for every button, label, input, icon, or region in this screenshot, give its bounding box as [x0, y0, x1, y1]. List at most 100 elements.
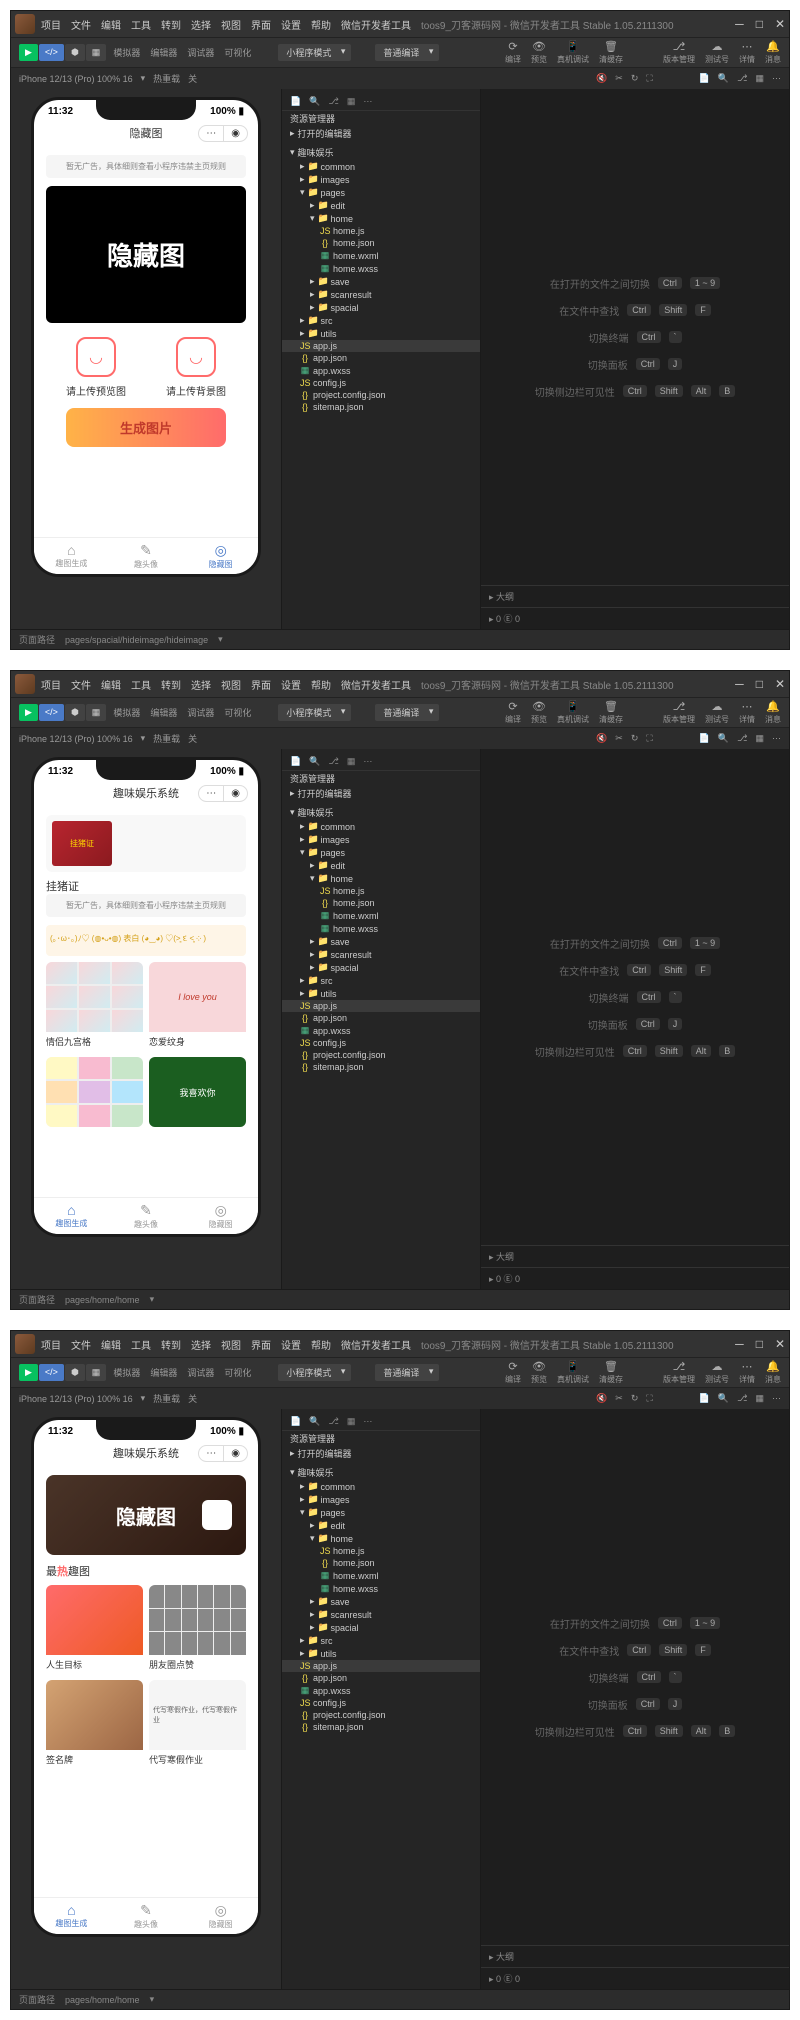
details-action[interactable]: ⋯详情	[739, 40, 755, 65]
explorer-files-icon[interactable]: 📄	[290, 756, 301, 767]
menu-settings[interactable]: 设置	[281, 677, 301, 692]
tab-avatar[interactable]: ✎趣头像	[109, 542, 184, 570]
clear-cache-action[interactable]: 🗑清缓存	[599, 40, 623, 65]
file-homejs[interactable]: JShome.js	[282, 225, 480, 237]
editor-btn[interactable]: </>	[39, 1364, 64, 1381]
more-icon[interactable]: ⋯	[772, 73, 781, 84]
more-icon[interactable]: ⋯	[772, 1393, 781, 1404]
minimize-icon[interactable]: ─	[735, 677, 744, 691]
simulator-btn[interactable]: ▶	[19, 1364, 38, 1381]
outline-panel[interactable]: ▸ 大纲	[481, 585, 789, 607]
folder-home[interactable]: ▾ 📁home	[282, 872, 480, 885]
folder-images[interactable]: ▸ 📁images	[282, 173, 480, 186]
file-homejson[interactable]: {}home.json	[282, 1557, 480, 1569]
explorer-ext-icon[interactable]: ▦	[347, 756, 356, 767]
file-appjson[interactable]: {}app.json	[282, 1012, 480, 1024]
folder-images[interactable]: ▸ 📁images	[282, 833, 480, 846]
compile-select[interactable]: 普通编译	[375, 44, 439, 61]
file-configjs[interactable]: JSconfig.js	[282, 377, 480, 389]
file-homewxss[interactable]: ▦home.wxss	[282, 922, 480, 935]
explorer-files-icon[interactable]: 📄	[290, 96, 301, 107]
rotate-icon[interactable]: ↻	[631, 73, 639, 84]
editor-btn[interactable]: </>	[39, 44, 64, 61]
folder-spacial[interactable]: ▸ 📁spacial	[282, 961, 480, 974]
folder-scanresult[interactable]: ▸ 📁scanresult	[282, 1608, 480, 1621]
menu-select[interactable]: 选择	[191, 1337, 211, 1352]
open-editors[interactable]: ▸ 打开的编辑器	[282, 1446, 480, 1461]
tab-hidden[interactable]: ◎隐藏图	[183, 1202, 258, 1230]
menu-settings[interactable]: 设置	[281, 17, 301, 32]
folder-save[interactable]: ▸ 📁save	[282, 275, 480, 288]
file-appwxss[interactable]: ▦app.wxss	[282, 1024, 480, 1037]
card-notes[interactable]	[46, 1057, 143, 1127]
open-editors[interactable]: ▸ 打开的编辑器	[282, 126, 480, 141]
file-homewxml[interactable]: ▦home.wxml	[282, 1569, 480, 1582]
hot-reload-toggle[interactable]: 关	[188, 1392, 197, 1405]
preview-action[interactable]: 👁预览	[531, 40, 547, 65]
card-chalkboard[interactable]: 我喜欢你	[149, 1057, 246, 1127]
folder-edit[interactable]: ▸ 📁edit	[282, 859, 480, 872]
folder-edit[interactable]: ▸ 📁edit	[282, 1519, 480, 1532]
visual-btn[interactable]: ▦	[86, 1364, 107, 1381]
ext-icon[interactable]: ▦	[755, 733, 764, 744]
menu-file[interactable]: 文件	[71, 677, 91, 692]
menu-help[interactable]: 帮助	[311, 677, 331, 692]
preview-action[interactable]: 👁预览	[531, 1360, 547, 1385]
file-sitemap[interactable]: {}sitemap.json	[282, 1721, 480, 1733]
file-configjs[interactable]: JSconfig.js	[282, 1697, 480, 1709]
folder-save[interactable]: ▸ 📁save	[282, 935, 480, 948]
menu-tools[interactable]: 工具	[131, 17, 151, 32]
tab-hidden[interactable]: ◎隐藏图	[183, 1902, 258, 1930]
files-icon[interactable]: 📄	[699, 1393, 710, 1404]
problems-panel[interactable]: ▸ 0 Ⓔ 0	[481, 1967, 789, 1989]
folder-home[interactable]: ▾ 📁home	[282, 1532, 480, 1545]
explorer-scm-icon[interactable]: ⎇	[328, 96, 338, 107]
page-path-value[interactable]: pages/home/home	[65, 1995, 140, 2005]
menu-ui[interactable]: 界面	[251, 1337, 271, 1352]
scm-icon[interactable]: ⎇	[737, 73, 747, 84]
test-account[interactable]: ☁测试号	[705, 40, 729, 65]
app-mode-select[interactable]: 小程序模式	[278, 704, 351, 721]
maximize-icon[interactable]: □	[756, 17, 763, 31]
folder-pages[interactable]: ▾ 📁pages	[282, 846, 480, 859]
test-account[interactable]: ☁测试号	[705, 700, 729, 725]
debugger-btn[interactable]: ⬢	[65, 704, 85, 721]
upload-background[interactable]: ◡ 请上传背景图	[166, 337, 226, 398]
scm-icon[interactable]: ⎇	[737, 733, 747, 744]
root-folder[interactable]: ▾ 趣味娱乐	[282, 145, 480, 160]
capsule-menu-icon[interactable]: ⋯	[199, 126, 224, 141]
generate-button[interactable]: 生成图片	[66, 408, 226, 447]
menu-project[interactable]: 项目	[41, 677, 61, 692]
file-appjs[interactable]: JSapp.js	[282, 340, 480, 352]
device-select[interactable]: iPhone 12/13 (Pro) 100% 16	[19, 1394, 133, 1404]
menu-view[interactable]: 视图	[221, 677, 241, 692]
tab-gen[interactable]: ⌂趣图生成	[34, 1902, 109, 1930]
menu-wxdev[interactable]: 微信开发者工具	[341, 1337, 411, 1352]
hot-reload-toggle[interactable]: 关	[188, 72, 197, 85]
tab-gen[interactable]: ⌂趣图生成	[34, 542, 109, 570]
details-action[interactable]: ⋯详情	[739, 1360, 755, 1385]
menu-goto[interactable]: 转到	[161, 1337, 181, 1352]
version-mgmt[interactable]: ⎇版本管理	[663, 700, 695, 725]
compile-action[interactable]: ⟳编译	[505, 40, 521, 65]
app-mode-select[interactable]: 小程序模式	[278, 1364, 351, 1381]
messages-action[interactable]: 🔔消息	[765, 1360, 781, 1385]
test-account[interactable]: ☁测试号	[705, 1360, 729, 1385]
folder-common[interactable]: ▸ 📁common	[282, 160, 480, 173]
rotate-icon[interactable]: ↻	[631, 1393, 639, 1404]
ext-icon[interactable]: ▦	[755, 1393, 764, 1404]
file-projectconfig[interactable]: {}project.config.json	[282, 1709, 480, 1721]
folder-images[interactable]: ▸ 📁images	[282, 1493, 480, 1506]
folder-utils[interactable]: ▸ 📁utils	[282, 327, 480, 340]
remote-debug-action[interactable]: 📱真机调试	[557, 40, 589, 65]
card-couple-grid[interactable]: 情侣九宫格	[46, 962, 143, 1051]
folder-utils[interactable]: ▸ 📁utils	[282, 987, 480, 1000]
menu-edit[interactable]: 编辑	[101, 677, 121, 692]
menu-select[interactable]: 选择	[191, 17, 211, 32]
compile-action[interactable]: ⟳编译	[505, 700, 521, 725]
capsule-close-icon[interactable]: ◉	[224, 126, 247, 141]
folder-scanresult[interactable]: ▸ 📁scanresult	[282, 288, 480, 301]
remote-debug-action[interactable]: 📱真机调试	[557, 700, 589, 725]
menu-wxdev[interactable]: 微信开发者工具	[341, 17, 411, 32]
menu-ui[interactable]: 界面	[251, 677, 271, 692]
